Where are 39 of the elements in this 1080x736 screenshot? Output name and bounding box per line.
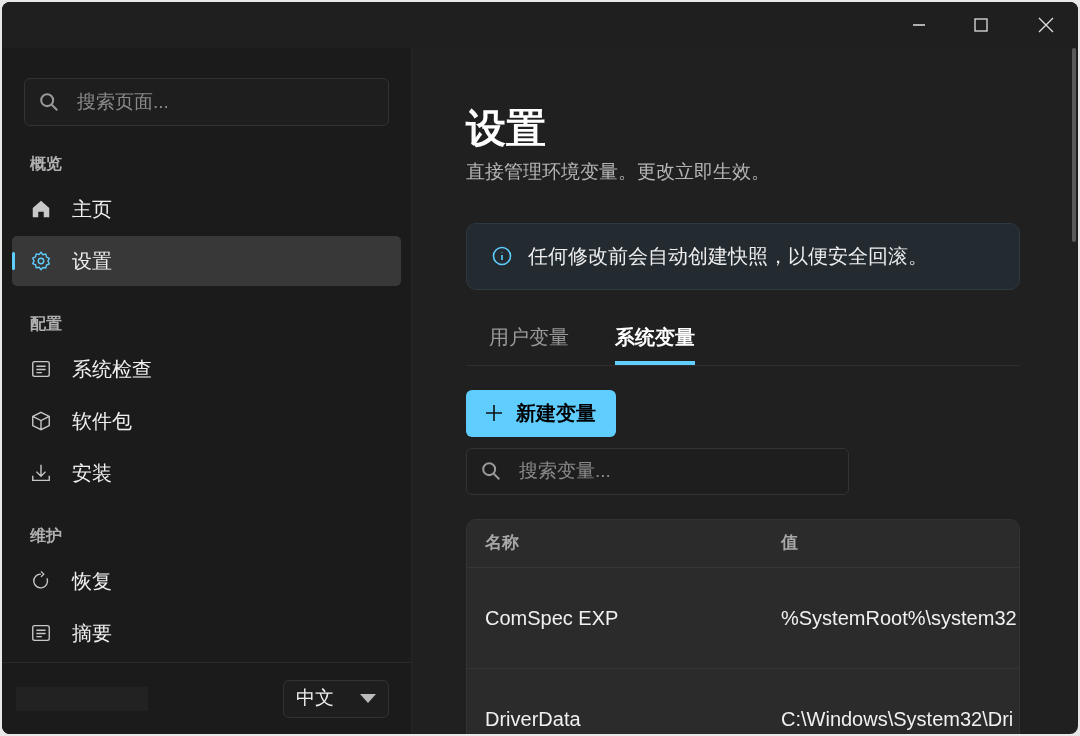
settings-icon <box>30 250 52 272</box>
page-title: 设置 <box>466 105 546 152</box>
nav-item[interactable]: 系统检查 <box>12 344 401 394</box>
nav-item[interactable]: 安装 <box>12 448 401 498</box>
home-icon <box>30 198 52 220</box>
table-cell: C:\Windows\System32\Dri <box>781 707 1014 730</box>
search-field[interactable]: 搜索页面... <box>24 78 389 126</box>
column-header: 值 <box>781 533 798 553</box>
document-icon <box>30 622 52 644</box>
caret-icon <box>360 693 376 704</box>
nav-item[interactable]: 设置 <box>12 236 401 286</box>
nav-item[interactable]: 摘要 <box>12 608 401 658</box>
section-heading: 配置 <box>29 314 63 334</box>
section-heading: 概览 <box>29 154 63 174</box>
notice-text: 任何修改前会自动创建快照，以便安全回滚。 <box>528 244 928 269</box>
search-icon <box>480 459 502 482</box>
plus-icon <box>486 405 502 421</box>
new-variable-button[interactable]: 新建变量 <box>466 389 616 437</box>
nav-item[interactable]: 主页 <box>12 184 401 234</box>
search-field[interactable]: 搜索变量... <box>466 447 849 495</box>
cube-icon <box>30 410 52 432</box>
close-icon[interactable] <box>1038 17 1054 33</box>
tab[interactable]: 用户变量 <box>489 313 569 365</box>
table-cell: DriverData <box>485 707 581 730</box>
column-header: 名称 <box>485 533 519 553</box>
table-cell: ComSpec EXP <box>485 606 619 629</box>
selection-indicator <box>12 252 15 270</box>
download-icon <box>30 462 52 484</box>
page-subtitle: 直接管理环境变量。更改立即生效。 <box>466 160 770 184</box>
info-icon <box>492 246 512 266</box>
nav-item[interactable]: 恢复 <box>12 556 401 606</box>
nav-item[interactable]: 软件包 <box>12 396 401 446</box>
tab[interactable]: 系统变量 <box>615 313 695 365</box>
language-dropdown[interactable]: 中文 <box>283 679 389 718</box>
search-icon <box>38 91 60 113</box>
section-heading: 维护 <box>29 526 63 546</box>
maximize-icon[interactable] <box>974 18 988 32</box>
document-icon <box>30 358 52 380</box>
table-cell: %SystemRoot%\system32 <box>781 606 1017 629</box>
